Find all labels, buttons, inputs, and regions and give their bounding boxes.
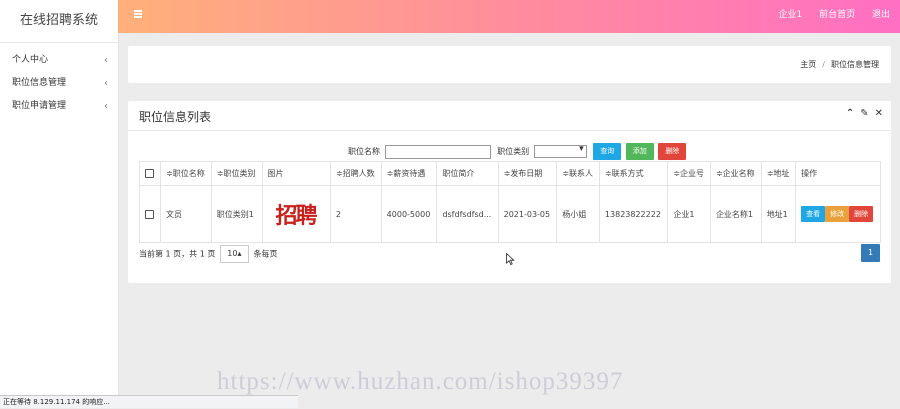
sidebar: 在线招聘系统 个人中心 ‹ 职位信息管理 ‹ 职位申请管理 ‹ — [0, 0, 119, 408]
header-image: 图片 — [261, 161, 331, 186]
cell-job-name: 文员 — [160, 185, 212, 243]
chevron-left-icon: ‹ — [104, 78, 108, 89]
hamburger-menu-icon[interactable] — [134, 10, 142, 18]
panel-tools: ⌃ ✎ ✕ — [840, 108, 883, 119]
breadcrumb-card: 主页 / 职位信息管理 — [128, 46, 891, 83]
page-info-text: 当前第 1 页，共 1 页 — [139, 249, 216, 259]
header-actions: 操作 — [795, 161, 881, 186]
select-all-checkbox[interactable] — [145, 169, 154, 178]
page-size-suffix: 条每页 — [253, 249, 278, 259]
close-icon[interactable]: ✕ — [875, 108, 883, 119]
collapse-icon[interactable]: ⌃ — [846, 108, 854, 119]
watermark: https://www.huzhan.com/ishop39397 — [217, 368, 624, 395]
cell-image: 招聘 — [261, 185, 331, 243]
table-header-row: ≑职位名称 ≑职位类别 图片 ≑招聘人数 ≑薪资待遇 职位简介 ≑发布日期 ≑联… — [139, 161, 881, 186]
job-image: 招聘 — [275, 203, 317, 229]
edit-button[interactable]: 修改 — [825, 206, 850, 222]
sidebar-item-label: 个人中心 — [12, 55, 49, 65]
header-address[interactable]: ≑地址 — [760, 161, 797, 186]
job-name-input[interactable] — [384, 144, 491, 159]
sidebar-item-label: 职位申请管理 — [12, 101, 67, 111]
add-button[interactable]: 添加 — [625, 143, 654, 160]
cell-actions: 查看 修改 删除 — [795, 185, 881, 243]
top-links: 企业1 前台首页 退出 — [764, 0, 890, 30]
sidebar-item-job-management[interactable]: 职位信息管理 ‹ — [0, 72, 118, 95]
user-link[interactable]: 企业1 — [778, 10, 802, 20]
header-date[interactable]: ≑发布日期 — [497, 161, 558, 186]
row-delete-button[interactable]: 删除 — [849, 206, 874, 222]
header-count[interactable]: ≑招聘人数 — [329, 161, 382, 186]
cell-address: 地址1 — [760, 185, 797, 243]
chevron-left-icon: ‹ — [104, 101, 108, 112]
row-select-cell[interactable] — [139, 185, 161, 243]
job-table: ≑职位名称 ≑职位类别 图片 ≑招聘人数 ≑薪资待遇 职位简介 ≑发布日期 ≑联… — [139, 161, 881, 243]
header-company-no[interactable]: ≑企业号 — [667, 161, 711, 186]
cell-contact: 杨小姐 — [556, 185, 600, 243]
select-all-header[interactable] — [139, 161, 161, 186]
header-salary[interactable]: ≑薪资待遇 — [380, 161, 438, 186]
header-job-category[interactable]: ≑职位类别 — [210, 161, 263, 186]
breadcrumb: 主页 / 职位信息管理 — [800, 59, 879, 70]
wrench-icon[interactable]: ✎ — [860, 108, 868, 119]
header-intro: 职位简介 — [436, 161, 499, 186]
sidebar-item-application-management[interactable]: 职位申请管理 ‹ — [0, 95, 118, 118]
table-row: 文员 职位类别1 招聘 2 4000-5000 dsfdfsdfsd... 20… — [139, 185, 881, 243]
header-job-name[interactable]: ≑职位名称 — [160, 161, 212, 186]
cell-company-name: 企业名称1 — [709, 185, 762, 243]
breadcrumb-home[interactable]: 主页 — [800, 60, 816, 69]
brand-title: 在线招聘系统 — [0, 0, 118, 43]
header-contact[interactable]: ≑联系人 — [556, 161, 600, 186]
job-category-label: 职位类别 — [497, 147, 530, 156]
job-name-label: 职位名称 — [348, 147, 380, 156]
cell-phone: 13823822222 — [598, 185, 669, 243]
cell-intro: dsfdfsdfsd... — [436, 185, 499, 243]
sidebar-item-label: 职位信息管理 — [12, 78, 67, 88]
page-size-select[interactable]: 10▴ — [219, 245, 249, 263]
breadcrumb-current: 职位信息管理 — [831, 60, 879, 69]
cell-salary: 4000-5000 — [380, 185, 438, 243]
view-button[interactable]: 查看 — [801, 206, 826, 222]
page-1-button[interactable]: 1 — [861, 244, 880, 262]
chevron-left-icon: ‹ — [104, 55, 108, 66]
pagination-info: 当前第 1 页，共 1 页 10▴ 条每页 — [139, 245, 277, 263]
cell-company-no: 企业1 — [667, 185, 711, 243]
mouse-cursor-icon — [506, 253, 515, 265]
status-bar: 正在等待 8.129.11.174 的响应... — [0, 395, 298, 408]
sidebar-item-personal-center[interactable]: 个人中心 ‹ — [0, 49, 118, 72]
panel-title: 职位信息列表 — [139, 110, 212, 124]
job-category-select[interactable] — [533, 144, 587, 158]
query-button[interactable]: 查询 — [593, 143, 622, 160]
breadcrumb-separator: / — [822, 60, 825, 69]
header-company-name[interactable]: ≑企业名称 — [709, 161, 762, 186]
cell-date: 2021-03-05 — [497, 185, 558, 243]
cell-count: 2 — [329, 185, 382, 243]
row-checkbox[interactable] — [145, 209, 154, 219]
panel-header: 职位信息列表 ⌃ ✎ ✕ — [128, 101, 891, 131]
delete-button[interactable]: 删除 — [658, 143, 687, 160]
search-bar: 职位名称 职位类别 查询 添加 删除 — [348, 143, 688, 160]
header-phone[interactable]: ≑联系方式 — [598, 161, 669, 186]
logout-link[interactable]: 退出 — [872, 10, 890, 20]
top-bar: 企业1 前台首页 退出 — [118, 0, 900, 33]
front-home-link[interactable]: 前台首页 — [819, 10, 855, 20]
cell-job-category: 职位类别1 — [210, 185, 263, 243]
